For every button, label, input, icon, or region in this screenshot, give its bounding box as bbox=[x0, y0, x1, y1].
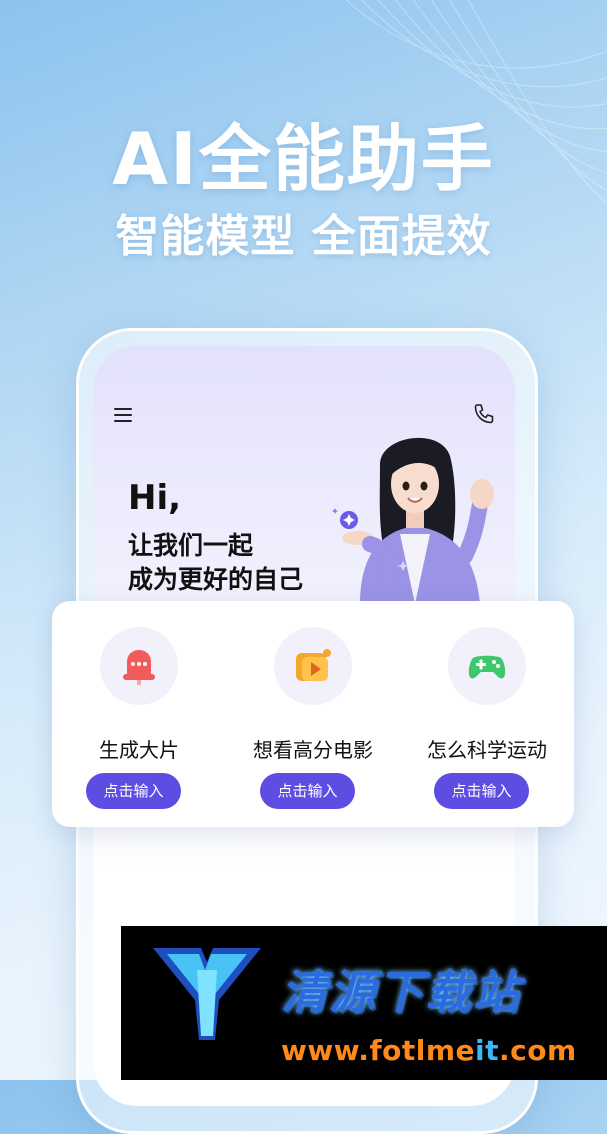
watermark-url-end: .com bbox=[499, 1034, 577, 1067]
card-icon-background bbox=[100, 627, 178, 705]
card-icon-background bbox=[448, 627, 526, 705]
video-play-icon bbox=[296, 649, 331, 681]
greeting-line-1: 让我们一起 bbox=[128, 531, 254, 560]
promo-headline: AI全能助手 bbox=[112, 117, 495, 201]
greeting-line-2: 成为更好的自己 bbox=[128, 565, 304, 594]
card-title: 怎么科学运动 bbox=[427, 738, 547, 762]
watermark-url-accent: it bbox=[475, 1034, 499, 1067]
chat-bubble-icon bbox=[123, 650, 155, 685]
quick-prompt-cards: 生成大片 点击输入 想看高分电影 点击输入 怎么科学运动 点击输入 bbox=[52, 601, 574, 827]
input-button[interactable]: 点击输入 bbox=[86, 773, 181, 809]
card-icon-background bbox=[274, 627, 352, 705]
prompt-card[interactable]: 想看高分电影 点击输入 bbox=[226, 601, 400, 827]
card-title: 想看高分电影 bbox=[253, 738, 373, 762]
assistant-avatar bbox=[332, 437, 494, 604]
gamepad-icon bbox=[468, 655, 506, 679]
card-title: 生成大片 bbox=[99, 738, 179, 762]
menu-icon[interactable] bbox=[112, 404, 134, 426]
watermark-logo-icon bbox=[153, 948, 261, 1040]
phone-call-icon[interactable] bbox=[472, 402, 496, 426]
watermark-url: www.fotlmeit.com bbox=[281, 1034, 577, 1067]
greeting-hi: Hi, bbox=[128, 478, 182, 518]
prompt-card[interactable]: 怎么科学运动 点击输入 bbox=[400, 601, 574, 827]
watermark-url-main: www.fotlme bbox=[281, 1034, 476, 1067]
input-button[interactable]: 点击输入 bbox=[434, 773, 529, 809]
input-button[interactable]: 点击输入 bbox=[260, 773, 355, 809]
site-watermark: 清源下载站 www.fotlmeit.com bbox=[121, 926, 607, 1080]
watermark-name: 清源下载站 bbox=[281, 965, 521, 1019]
prompt-card[interactable]: 生成大片 点击输入 bbox=[52, 601, 226, 827]
promo-subheadline: 智能模型 全面提效 bbox=[115, 211, 492, 262]
